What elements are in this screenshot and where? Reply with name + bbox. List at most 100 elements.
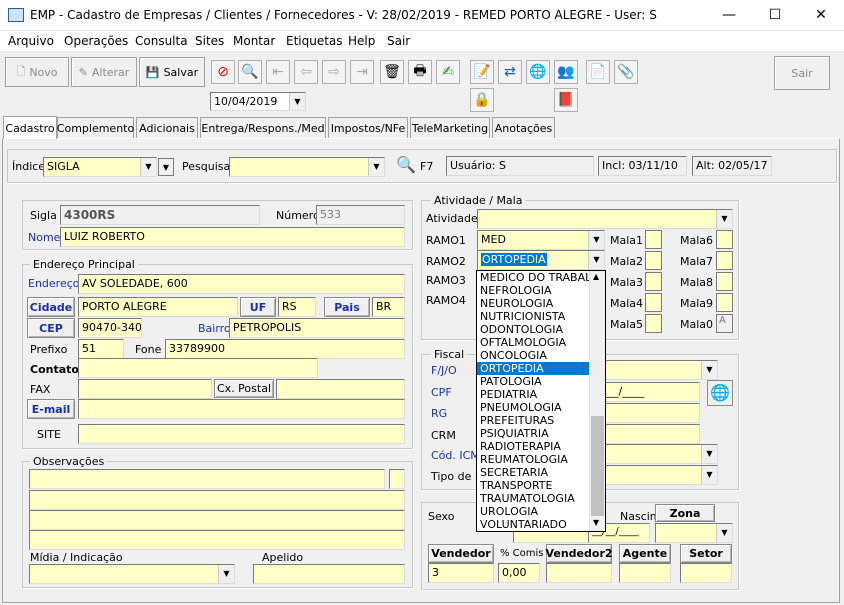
last-record-icon[interactable]: ⇥ — [350, 60, 374, 84]
globe-icon[interactable]: 🌐 — [526, 60, 550, 84]
chevron-down-icon[interactable]: ▼ — [218, 565, 234, 583]
cidade-field[interactable]: PORTO ALEGRE — [78, 297, 238, 317]
numero-field[interactable]: 533 — [316, 205, 405, 225]
cxpostal-button[interactable]: Cx. Postal — [214, 379, 274, 398]
obs-scroll-box[interactable] — [389, 469, 405, 489]
date-picker[interactable]: 10/04/2019 ▼ — [210, 92, 306, 111]
comis-field[interactable]: 0,00 — [498, 563, 540, 583]
search-icon[interactable]: 🔍 — [396, 155, 416, 174]
atividade-select[interactable]: ▼ — [477, 209, 733, 229]
chevron-down-icon[interactable]: ▼ — [701, 361, 717, 379]
fax-field[interactable] — [78, 379, 212, 399]
tab-cadastro[interactable]: Cadastro — [3, 116, 57, 139]
lock-icon[interactable]: 🔒 — [470, 88, 494, 112]
tab-telemarketing[interactable]: TeleMarketing — [410, 117, 490, 138]
vendedor-button[interactable]: Vendedor — [428, 544, 494, 563]
fone-field[interactable]: 33789900 — [165, 339, 405, 359]
dropdown-option[interactable]: ONCOLOGIA — [477, 349, 589, 362]
dropdown-option[interactable]: PEDIATRIA — [477, 388, 589, 401]
vendedor2-button[interactable]: Vendedor2 — [545, 544, 613, 563]
dropdown-option[interactable]: PREFEITURAS — [477, 414, 589, 427]
scrollbar-thumb[interactable] — [591, 416, 604, 516]
chevron-down-icon[interactable]: ▼ — [140, 158, 156, 176]
close-button[interactable]: ✕ — [798, 0, 844, 31]
novo-button[interactable]: 🗋 Novo — [5, 57, 69, 87]
dropdown-option[interactable]: ODONTOLOGIA — [477, 323, 589, 336]
menu-sair[interactable]: Sair — [387, 34, 410, 48]
setor-button[interactable]: Setor — [680, 544, 732, 563]
email-button[interactable]: E-mail — [27, 399, 75, 419]
menu-montar[interactable]: Montar — [233, 34, 275, 48]
delete-icon[interactable]: 🗑 — [380, 60, 404, 84]
chevron-down-icon[interactable]: ▼ — [701, 445, 717, 463]
attach-icon[interactable]: 📎 — [614, 60, 638, 84]
maximize-button[interactable]: ☐ — [752, 0, 798, 31]
chevron-up-icon[interactable]: ▲ — [593, 272, 599, 281]
dropdown-option[interactable]: RADIOTERAPIA — [477, 440, 589, 453]
search-icon[interactable]: 🔍 — [238, 60, 262, 84]
dropdown-option[interactable]: MEDICO DO TRABALHO — [477, 271, 589, 284]
chevron-down-icon[interactable]: ▼ — [158, 158, 174, 176]
book-icon[interactable]: 📕 — [554, 88, 578, 112]
prev-record-icon[interactable]: ⇦ — [294, 60, 318, 84]
zona-button[interactable]: Zona — [655, 504, 715, 522]
rg-field[interactable] — [598, 403, 700, 423]
sair-button[interactable]: Sair — [774, 56, 830, 90]
mala2-field[interactable] — [645, 251, 662, 270]
minimize-button[interactable]: — — [706, 0, 752, 31]
mala5-field[interactable] — [645, 314, 662, 333]
globe-icon[interactable]: 🌐 — [707, 380, 733, 406]
notepad-icon[interactable]: 📄 — [586, 60, 610, 84]
indice-select[interactable]: SIGLA ▼ — [43, 157, 157, 177]
chevron-down-icon[interactable]: ▼ — [716, 524, 732, 542]
midia-select[interactable]: ▼ — [29, 564, 235, 584]
vendedor2-field[interactable] — [546, 563, 612, 583]
endereco-field[interactable]: AV SOLEDADE, 600 — [78, 274, 405, 294]
setor-field[interactable] — [680, 563, 732, 583]
obs-line-1[interactable] — [29, 469, 385, 489]
ramo1-select[interactable]: MED ▼ — [477, 230, 605, 250]
codicm-select[interactable]: ▼ — [598, 444, 718, 464]
email-field[interactable] — [78, 399, 405, 419]
menu-arquivo[interactable]: Arquivo — [8, 34, 54, 48]
pais-button[interactable]: Pais — [324, 297, 370, 317]
uf-button[interactable]: UF — [240, 297, 276, 317]
mala3-field[interactable] — [645, 272, 662, 291]
mala6-field[interactable] — [716, 230, 733, 249]
menu-sites[interactable]: Sites — [195, 34, 224, 48]
menu-operacoes[interactable]: Operações — [64, 34, 128, 48]
dropdown-option[interactable]: VOLUNTARIADO — [477, 518, 589, 531]
chevron-down-icon[interactable]: ▼ — [701, 466, 717, 484]
print-icon[interactable]: 🖶 — [408, 60, 432, 84]
agente-button[interactable]: Agente — [619, 544, 671, 563]
cxpostal-field[interactable] — [276, 379, 405, 399]
fjo-select[interactable]: ▼ — [598, 360, 718, 380]
dropdown-option[interactable]: NUTRICIONISTA — [477, 310, 589, 323]
cep-field[interactable]: 90470-340 — [78, 318, 142, 338]
mala8-field[interactable] — [716, 272, 733, 291]
cpf-field[interactable]: ___/____ — [598, 382, 700, 402]
dropdown-option[interactable]: NEFROLOGIA — [477, 284, 589, 297]
dropdown-option[interactable]: ORTOPEDIA — [477, 362, 589, 375]
edit-pen-icon[interactable]: ✍ — [436, 60, 460, 84]
tab-adicionais[interactable]: Adicionais — [136, 117, 198, 138]
chevron-down-icon[interactable]: ▼ — [593, 518, 599, 527]
zona-select[interactable]: ▼ — [655, 523, 733, 543]
first-record-icon[interactable]: ⇤ — [266, 60, 290, 84]
dropdown-option[interactable]: UROLOGIA — [477, 505, 589, 518]
site-field[interactable] — [78, 424, 405, 444]
tipo-select[interactable]: ▼ — [598, 465, 718, 485]
ramo2-select[interactable]: ORTOPEDIA ▼ — [477, 250, 605, 270]
dropdown-option[interactable]: REUMATOLOGIA — [477, 453, 589, 466]
pesquisa-input[interactable]: ▼ — [229, 157, 385, 177]
dropdown-option[interactable]: NEUROLOGIA — [477, 297, 589, 310]
dropdown-option[interactable]: SECRETARIA — [477, 466, 589, 479]
tab-entrega[interactable]: Entrega/Respons./Med — [200, 117, 326, 138]
prefixo-field[interactable]: 51 — [78, 339, 124, 359]
mala0-field[interactable]: A — [716, 314, 733, 333]
cep-button[interactable]: CEP — [27, 318, 75, 338]
vendedor-field[interactable]: 3 — [428, 563, 494, 583]
cancel-icon[interactable]: ⊘ — [211, 60, 235, 84]
tab-impostos[interactable]: Impostos/NFe — [328, 117, 408, 138]
menu-help[interactable]: Help — [348, 34, 375, 48]
